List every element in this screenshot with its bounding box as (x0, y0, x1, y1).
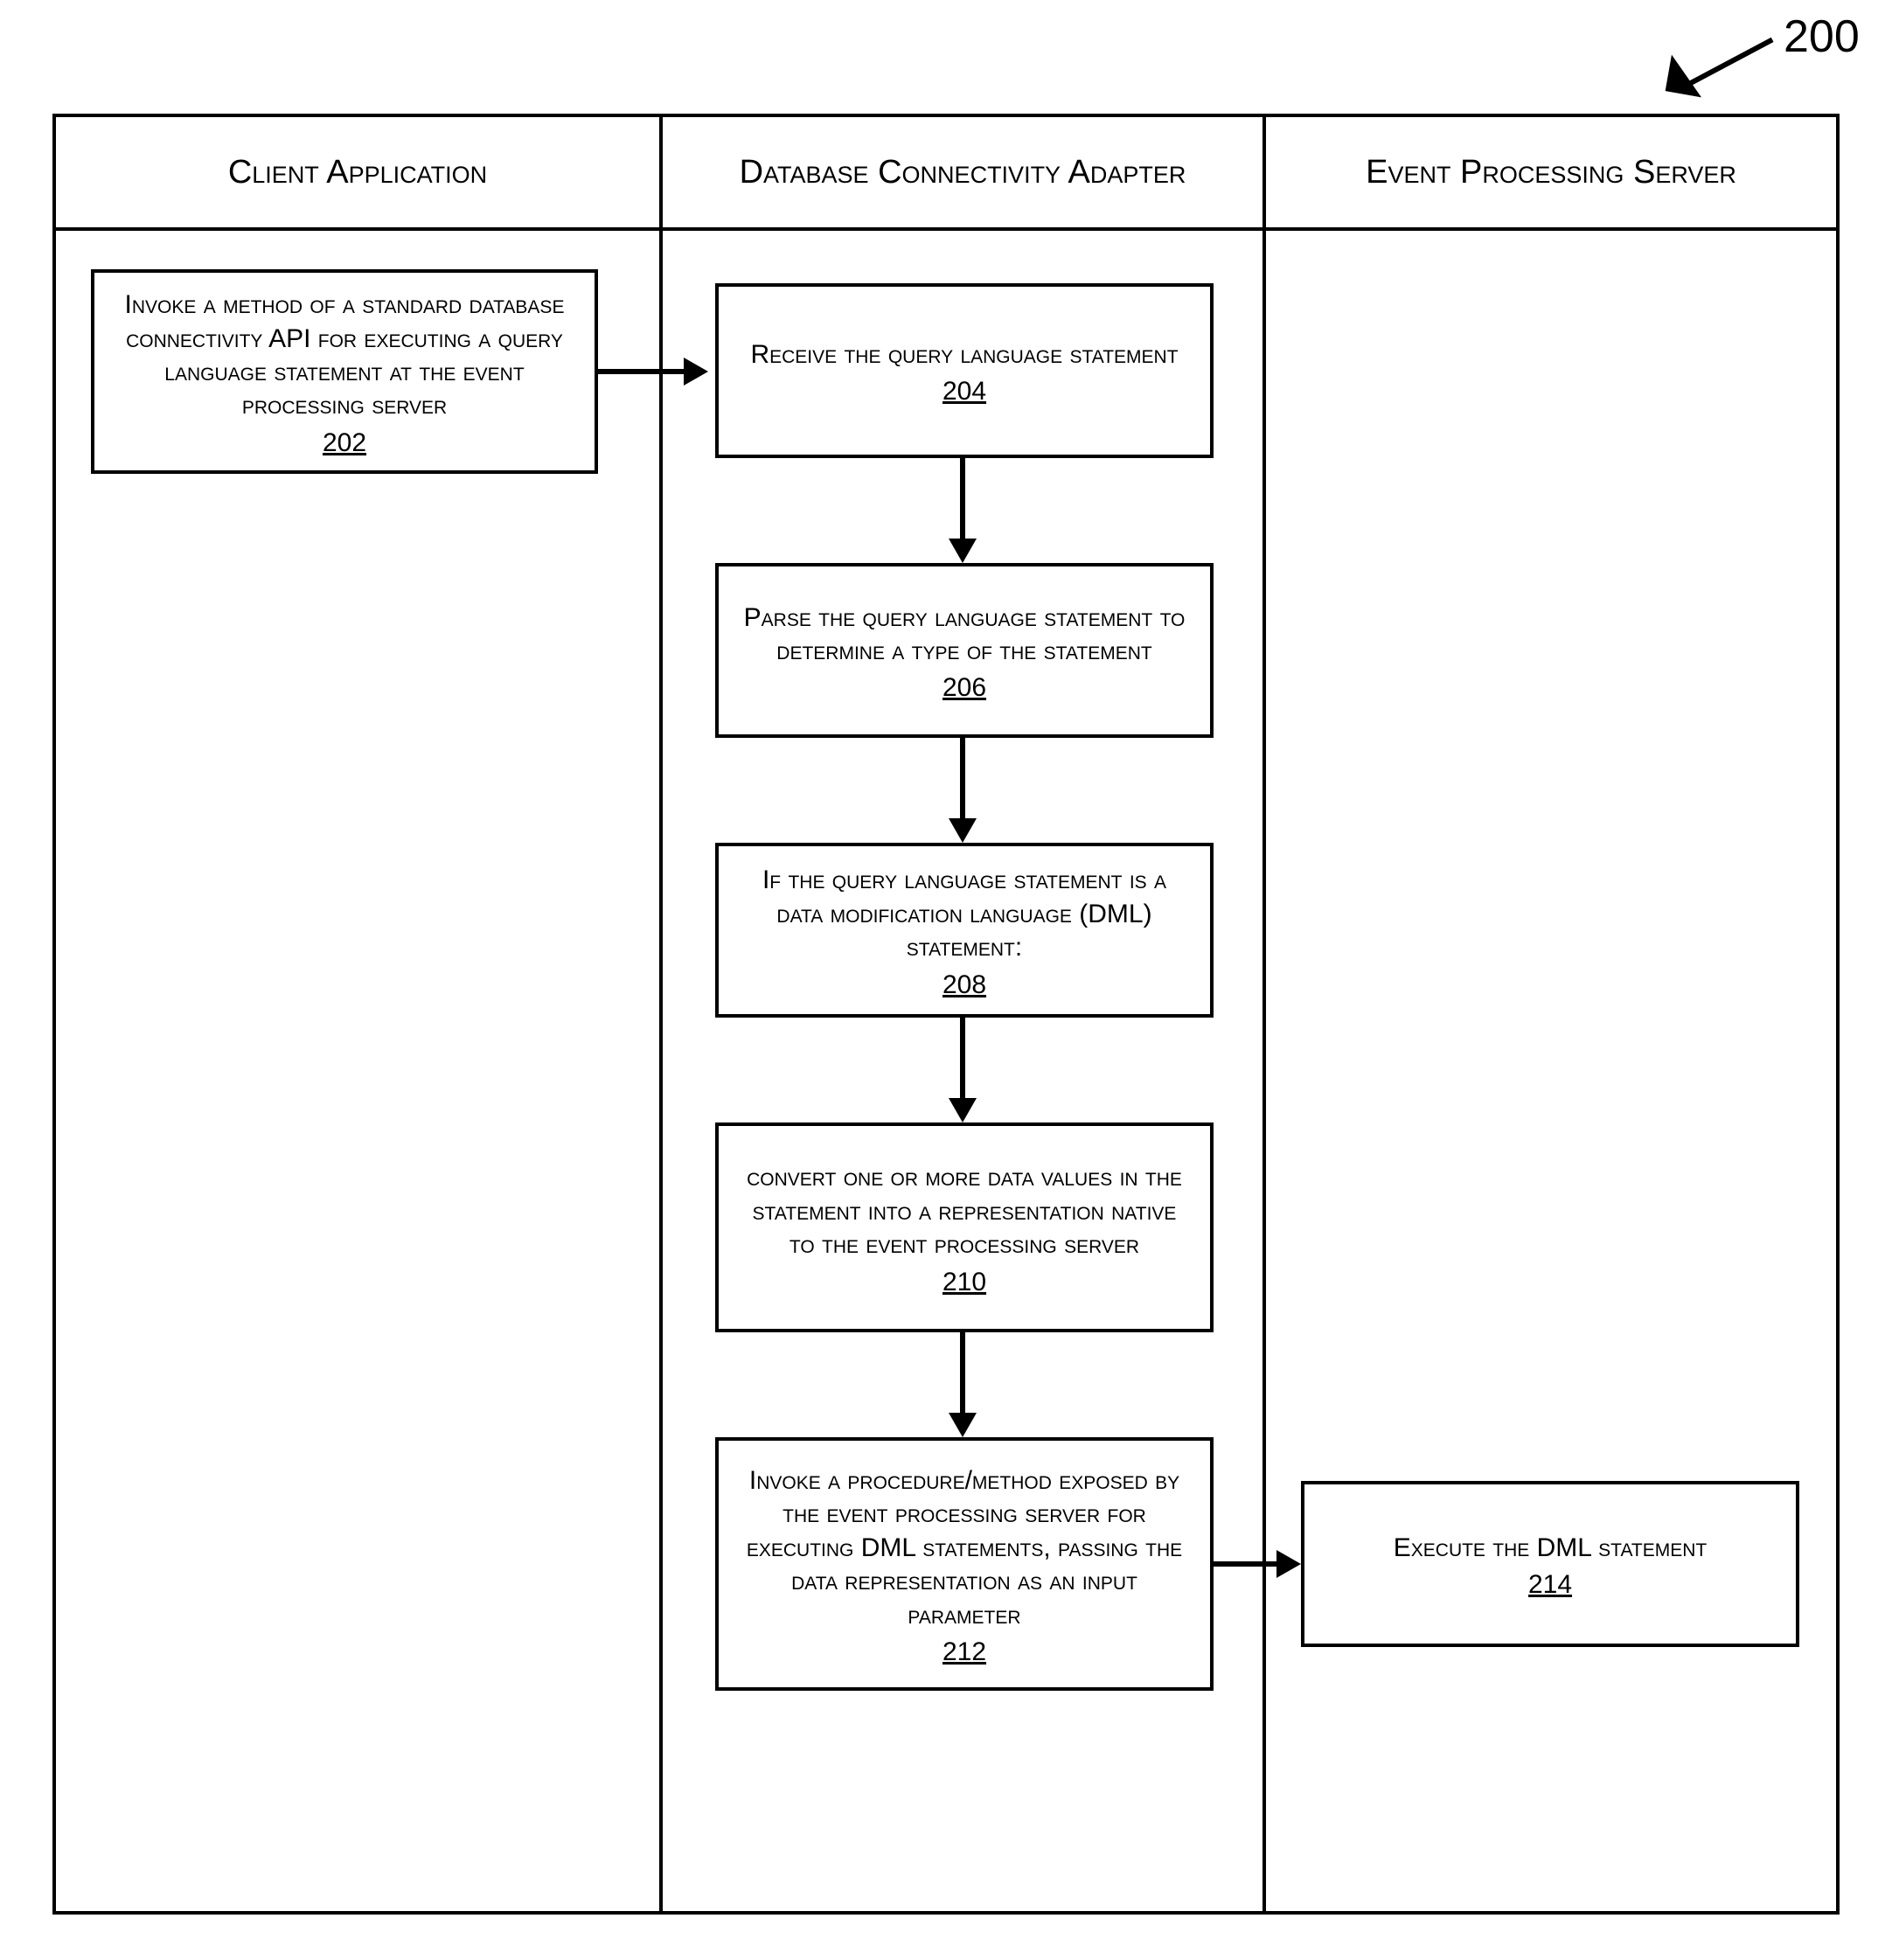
arrow-head-210-to-212 (949, 1413, 977, 1437)
swimlane-table: Client Application Invoke a method of a … (52, 114, 1840, 1915)
lane-title-server: Event Processing Server (1366, 154, 1736, 191)
arrow-head-202-to-204 (684, 358, 708, 386)
diagram-page: 200 Client Application Invoke a method o… (0, 0, 1892, 1960)
arrow-212-to-214 (1210, 1561, 1276, 1567)
arrow-head-206-to-208 (949, 818, 977, 843)
step-204: Receive the query language statement 204 (715, 283, 1214, 458)
lane-header-server: Event Processing Server (1266, 117, 1836, 231)
step-206-text: Parse the query language statement to de… (738, 601, 1191, 669)
lane-body-server: Execute the DML statement 214 (1266, 231, 1836, 1911)
step-214-num: 214 (1528, 1570, 1572, 1600)
step-212-text: Invoke a procedure/method exposed by the… (738, 1464, 1191, 1632)
arrow-206-to-208 (960, 738, 965, 820)
lane-header-adapter: Database Connectivity Adapter (663, 117, 1262, 231)
step-214-text: Execute the DML statement (1394, 1532, 1707, 1565)
step-204-num: 204 (943, 377, 986, 407)
arrow-208-to-210 (960, 1018, 965, 1100)
step-208: If the query language statement is a dat… (715, 843, 1214, 1018)
arrow-head-208-to-210 (949, 1098, 977, 1122)
step-210-num: 210 (943, 1268, 986, 1297)
step-208-num: 208 (943, 970, 986, 1000)
lane-header-client: Client Application (56, 117, 659, 231)
step-212-num: 212 (943, 1637, 986, 1667)
lane-database-adapter: Database Connectivity Adapter Receive th… (659, 117, 1262, 1911)
arrow-head-204-to-206 (949, 539, 977, 563)
arrow-210-to-212 (960, 1332, 965, 1414)
arrow-202-to-204 (598, 369, 684, 374)
lane-title-adapter: Database Connectivity Adapter (740, 154, 1186, 191)
step-202-num: 202 (323, 428, 366, 458)
step-202-text: Invoke a method of a standard database c… (114, 288, 575, 423)
step-206-num: 206 (943, 673, 986, 703)
step-212: Invoke a procedure/method exposed by the… (715, 1437, 1214, 1691)
lane-client-application: Client Application Invoke a method of a … (56, 117, 659, 1911)
step-202: Invoke a method of a standard database c… (91, 269, 598, 474)
figure-label: 200 (1784, 10, 1860, 63)
arrow-204-to-206 (960, 458, 965, 540)
step-208-text: If the query language statement is a dat… (738, 864, 1191, 964)
step-206: Parse the query language statement to de… (715, 563, 1214, 738)
step-204-text: Receive the query language statement (750, 338, 1178, 372)
lane-title-client: Client Application (228, 154, 487, 191)
arrow-head-212-to-214 (1276, 1550, 1301, 1578)
step-210-text: convert one or more data values in the s… (738, 1161, 1191, 1261)
step-214: Execute the DML statement 214 (1301, 1481, 1799, 1647)
lane-event-server: Event Processing Server Execute the DML … (1262, 117, 1836, 1911)
lane-body-client: Invoke a method of a standard database c… (56, 231, 659, 1911)
step-210: convert one or more data values in the s… (715, 1122, 1214, 1332)
